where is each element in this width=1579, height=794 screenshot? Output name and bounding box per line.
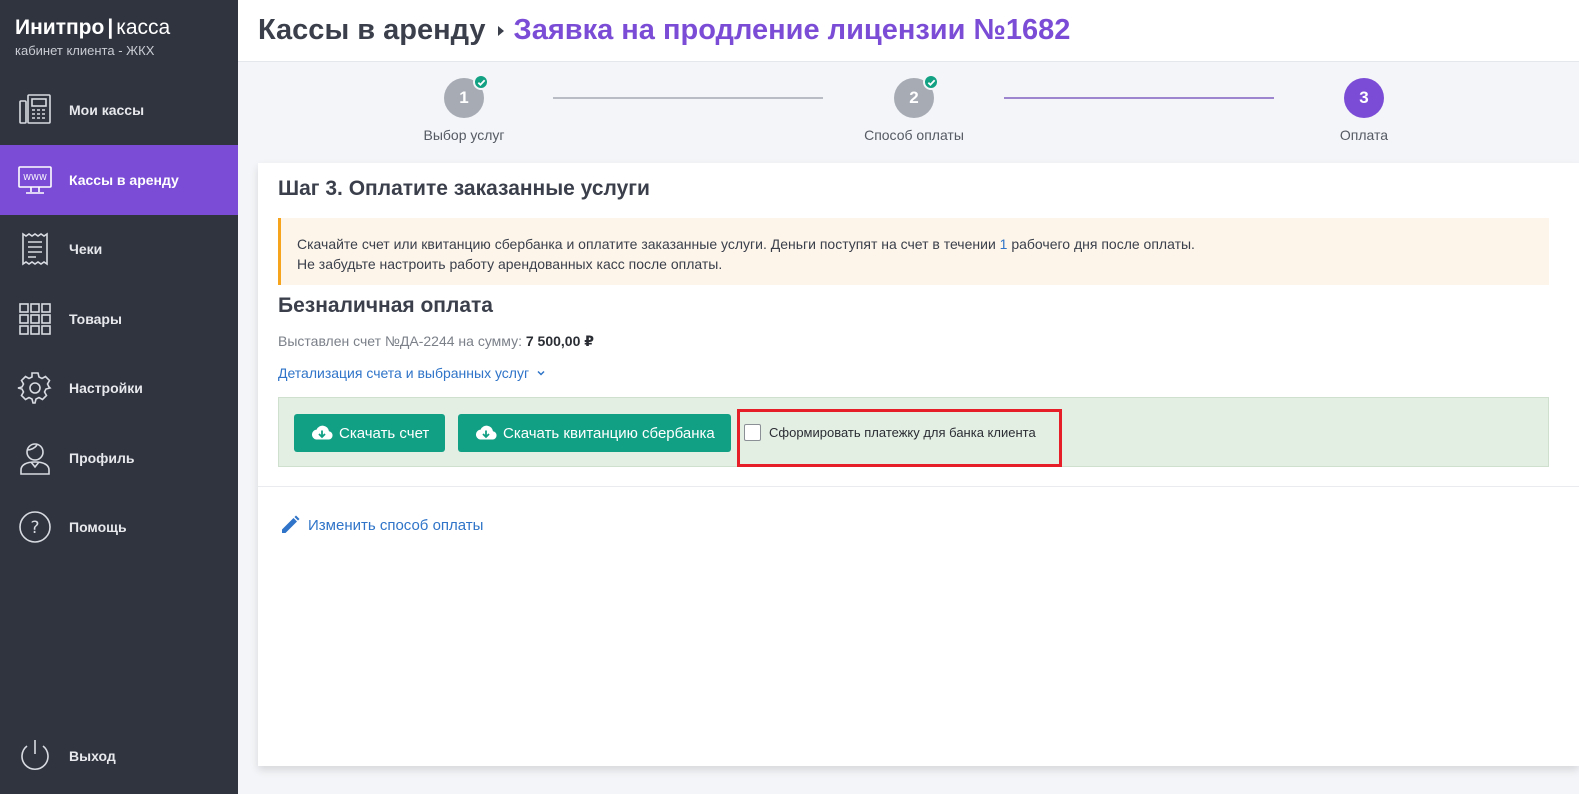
sidebar-item-label: Чеки [69, 241, 103, 257]
client-bank-payment-checkbox[interactable]: Сформировать платежку для банка клиента [744, 424, 1036, 441]
svg-text:?: ? [30, 518, 39, 538]
sidebar-item-products[interactable]: Товары [0, 284, 238, 354]
stepper: 1 Выбор услуг 2 Способ оплаты 3 Оплата [238, 62, 1579, 162]
brand-subtitle: кабинет клиента - ЖКХ [15, 43, 155, 58]
sidebar: Инитпро | касса кабинет клиента - ЖКХ Мои … [0, 0, 238, 794]
invoice-amount: 7 500,00 ₽ [525, 333, 595, 349]
download-invoice-button[interactable]: Скачать счет [294, 414, 446, 452]
payment-actions: Скачать счет Скачать квитанцию сбербанка… [278, 397, 1549, 467]
checkbox[interactable] [744, 424, 761, 441]
svg-text:WWW: WWW [23, 173, 47, 182]
step-1[interactable]: 1 Выбор услуг [364, 74, 564, 143]
notice-line-2: Не забудьте настроить работу арендованны… [297, 256, 723, 272]
step-3: 3 Оплата [1264, 78, 1464, 143]
step-connector [553, 97, 823, 99]
gear-icon [17, 370, 53, 406]
user-icon [17, 440, 53, 476]
breadcrumb-arrow-icon [497, 25, 504, 36]
invoice-info: Выставлен счет №ДА-2244 на сумму: 7 500,… [278, 333, 595, 349]
sidebar-item-profile[interactable]: Профиль [0, 423, 238, 493]
pencil-icon [282, 515, 300, 533]
receipt-icon [17, 231, 53, 267]
cloud-download-icon [311, 425, 333, 440]
divider [258, 486, 1579, 487]
checkbox-label: Сформировать платежку для банка клиента [769, 425, 1036, 440]
chevron-down-icon [537, 370, 545, 376]
brand-logo[interactable]: Инитпро | касса кабинет клиента - ЖКХ [15, 16, 170, 58]
sidebar-item-label: Товары [69, 311, 122, 327]
sidebar-item-rental-registers[interactable]: WWW Кассы в аренду [0, 145, 238, 215]
step-circle: 2 [894, 74, 939, 118]
step-label: Оплата [1339, 127, 1389, 143]
help-icon: ? [17, 509, 53, 545]
step-label: Выбор услуг [423, 127, 505, 143]
sidebar-item-label: Настройки [69, 380, 143, 396]
brand-product: касса [116, 16, 171, 39]
brand-name: Инитпро [15, 16, 105, 39]
step-connector [1004, 97, 1274, 99]
monitor-www-icon: WWW [17, 162, 53, 198]
sidebar-item-label: Кассы в аренду [69, 172, 179, 188]
page-title: Заявка на продление лицензии №1682 [513, 14, 1071, 46]
sidebar-item-my-registers[interactable]: Мои кассы [0, 75, 238, 145]
check-icon [923, 74, 939, 90]
breadcrumb: Кассы в аренду Заявка на продление лицен… [238, 0, 1579, 62]
sidebar-item-label: Мои кассы [69, 102, 145, 118]
breadcrumb-root-link[interactable]: Кассы в аренду [258, 14, 486, 47]
section-title: Безналичная оплата [278, 294, 493, 317]
step-title: Шаг 3. Оплатите заказанные услуги [278, 177, 650, 200]
payment-notice: Скачайте счет или квитанцию сбербанка и … [278, 218, 1549, 285]
power-icon [17, 738, 53, 774]
sidebar-item-label: Выход [69, 748, 116, 764]
step-2[interactable]: 2 Способ оплаты [814, 74, 1014, 143]
sidebar-item-label: Помощь [69, 519, 127, 535]
download-sberbank-receipt-button[interactable]: Скачать квитанцию сбербанка [458, 414, 731, 452]
cash-register-icon [17, 92, 53, 128]
payment-card: Шаг 3. Оплатите заказанные услуги Скачай… [258, 163, 1579, 766]
check-icon [473, 74, 489, 90]
sidebar-item-label: Профиль [69, 450, 135, 466]
brand-separator: | [107, 16, 114, 39]
step-label: Способ оплаты [864, 127, 964, 143]
cloud-download-icon [475, 425, 497, 440]
sidebar-item-receipts[interactable]: Чеки [0, 214, 238, 284]
sidebar-item-logout[interactable]: Выход [0, 721, 238, 791]
sidebar-item-help[interactable]: ? Помощь [0, 492, 238, 562]
step-circle: 1 [444, 74, 489, 118]
change-payment-method-link[interactable]: Изменить способ оплаты [280, 515, 483, 535]
sidebar-item-settings[interactable]: Настройки [0, 353, 238, 423]
step-circle: 3 [1344, 78, 1384, 118]
grid-icon [17, 301, 53, 337]
invoice-details-link[interactable]: Детализация счета и выбранных услуг [278, 365, 546, 381]
